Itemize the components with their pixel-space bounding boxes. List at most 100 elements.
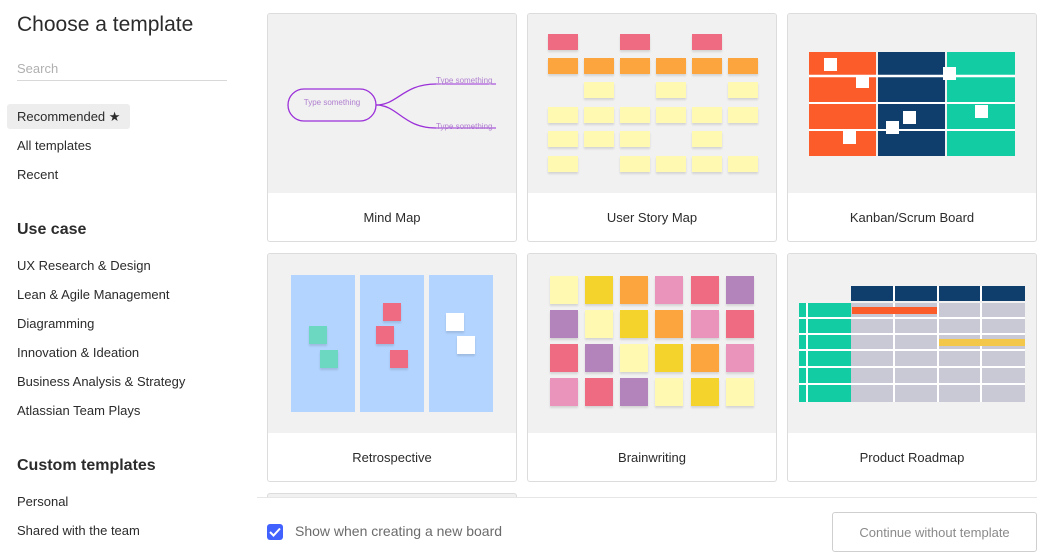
- retrospective-preview: [268, 254, 516, 433]
- footer-divider: [257, 497, 1037, 498]
- sticky-note: [585, 378, 613, 406]
- continue-without-template-button[interactable]: Continue without template: [832, 512, 1037, 552]
- sticky-note: [691, 344, 719, 372]
- template-name: Product Roadmap: [859, 450, 965, 465]
- sticky-note: [457, 336, 475, 354]
- template-name: User Story Map: [606, 210, 698, 225]
- sticky-note: [446, 313, 464, 331]
- template-name: Retrospective: [352, 450, 432, 465]
- category-business-analysis[interactable]: Business Analysis & Strategy: [17, 374, 185, 389]
- nav-item-all-templates[interactable]: All templates: [7, 133, 101, 158]
- nav-item-recent[interactable]: Recent: [7, 162, 68, 187]
- category-lean-agile[interactable]: Lean & Agile Management: [17, 287, 170, 302]
- sticky-note: [692, 131, 722, 147]
- sticky-note: [383, 303, 401, 321]
- sticky-note: [656, 58, 686, 74]
- mind-map-preview: Type something Type something Type somet…: [268, 14, 516, 193]
- category-ux-research[interactable]: UX Research & Design: [17, 258, 151, 273]
- sticky-note: [620, 58, 650, 74]
- sticky-note: [548, 58, 578, 74]
- show-on-new-board-label[interactable]: Show when creating a new board: [295, 523, 502, 539]
- kanban-preview: [788, 14, 1036, 193]
- sidebar: Choose a template Recommended ★ All temp…: [0, 0, 250, 557]
- sticky-note: [585, 276, 613, 304]
- sticky-note: [620, 34, 650, 50]
- sticky-note: [620, 276, 648, 304]
- sticky-note: [655, 344, 683, 372]
- template-card-retrospective[interactable]: Retrospective: [267, 253, 517, 482]
- template-card-product-roadmap[interactable]: Product Roadmap: [787, 253, 1037, 482]
- mind-map-center-text: Type something: [303, 98, 361, 107]
- brainwriting-preview: [528, 254, 776, 433]
- search-input[interactable]: [17, 56, 227, 81]
- sticky-note: [728, 107, 758, 123]
- custom-templates-heading: Custom templates: [17, 457, 156, 474]
- sticky-note: [726, 276, 754, 304]
- sticky-note: [726, 310, 754, 338]
- checkmark-icon: [269, 527, 281, 537]
- mind-map-branch-top-text: Type something: [436, 76, 493, 85]
- sticky-note: [655, 378, 683, 406]
- template-card-mind-map[interactable]: Type something Type something Type somet…: [267, 13, 517, 242]
- show-on-new-board-checkbox[interactable]: [267, 524, 283, 540]
- sticky-note: [376, 326, 394, 344]
- mind-map-branch-bottom-text: Type something: [436, 122, 493, 131]
- nav-item-recommended[interactable]: Recommended ★: [7, 104, 131, 129]
- sticky-note: [655, 276, 683, 304]
- sticky-note: [620, 156, 650, 172]
- template-name: Mind Map: [363, 210, 421, 225]
- template-card-brainwriting[interactable]: Brainwriting: [527, 253, 777, 482]
- sticky-note: [692, 107, 722, 123]
- category-shared-with-team[interactable]: Shared with the team: [17, 523, 140, 538]
- sticky-note: [726, 344, 754, 372]
- template-name: Brainwriting: [618, 450, 686, 465]
- sticky-note: [620, 378, 648, 406]
- kanban-board-diagram: [809, 52, 1015, 156]
- sticky-note: [320, 350, 338, 368]
- sticky-note: [584, 107, 614, 123]
- category-atlassian-team-plays[interactable]: Atlassian Team Plays: [17, 403, 140, 418]
- sticky-note: [728, 156, 758, 172]
- sticky-note: [691, 310, 719, 338]
- use-case-heading: Use case: [17, 221, 87, 238]
- sticky-note: [620, 344, 648, 372]
- sticky-note: [584, 82, 614, 98]
- sticky-note: [692, 34, 722, 50]
- template-card-user-story-map[interactable]: User Story Map: [527, 13, 777, 242]
- sticky-note: [656, 156, 686, 172]
- sticky-note: [620, 310, 648, 338]
- sticky-note: [656, 107, 686, 123]
- category-diagramming[interactable]: Diagramming: [17, 316, 94, 331]
- sticky-note: [655, 310, 683, 338]
- sticky-note: [550, 276, 578, 304]
- sticky-note: [585, 310, 613, 338]
- sticky-note: [548, 34, 578, 50]
- sticky-note: [548, 107, 578, 123]
- sticky-note: [584, 131, 614, 147]
- template-card-kanban[interactable]: Kanban/Scrum Board: [787, 13, 1037, 242]
- sticky-note: [550, 310, 578, 338]
- sticky-note: [390, 350, 408, 368]
- sticky-note: [550, 344, 578, 372]
- user-story-map-preview: [528, 14, 776, 193]
- sticky-note: [728, 58, 758, 74]
- sticky-note: [585, 344, 613, 372]
- sticky-note: [726, 378, 754, 406]
- sticky-note: [691, 378, 719, 406]
- product-roadmap-preview: [788, 254, 1036, 433]
- sticky-note: [692, 156, 722, 172]
- sticky-note: [550, 378, 578, 406]
- sticky-note: [584, 58, 614, 74]
- sticky-note: [691, 276, 719, 304]
- sticky-note: [309, 326, 327, 344]
- sticky-note: [692, 58, 722, 74]
- page-title: Choose a template: [17, 13, 194, 36]
- sticky-note: [548, 156, 578, 172]
- sticky-note: [620, 107, 650, 123]
- sticky-note: [548, 131, 578, 147]
- sticky-note: [620, 131, 650, 147]
- sticky-note: [728, 82, 758, 98]
- category-innovation[interactable]: Innovation & Ideation: [17, 345, 139, 360]
- category-personal[interactable]: Personal: [17, 494, 68, 509]
- sticky-note: [656, 82, 686, 98]
